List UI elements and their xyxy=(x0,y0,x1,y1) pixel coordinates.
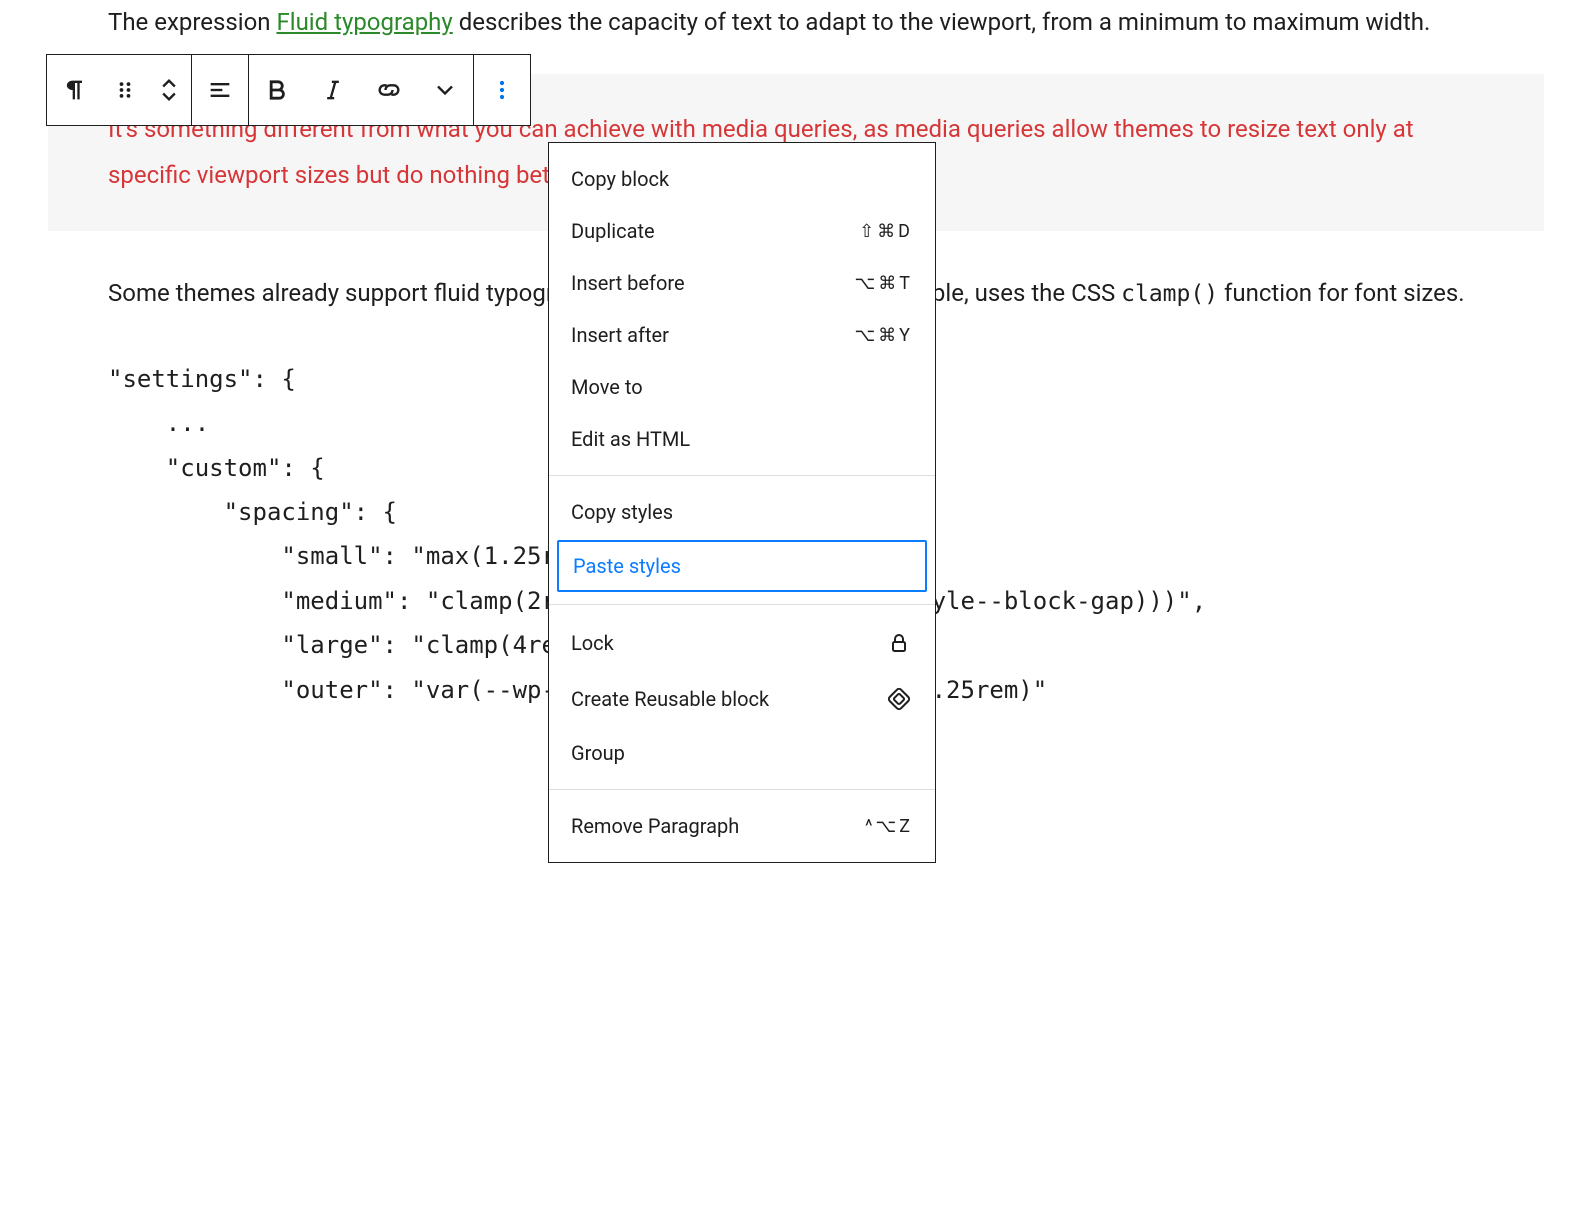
paragraph-block-button[interactable] xyxy=(47,55,103,125)
chevron-up-down-icon xyxy=(155,76,183,104)
menu-item-duplicate[interactable]: Duplicate ⇧⌘D xyxy=(549,205,935,257)
menu-item-label: Copy block xyxy=(571,167,669,191)
block-options-menu: Copy blockDuplicate⇧⌘DInsert before⌥⌘TIn… xyxy=(548,142,936,863)
bold-icon xyxy=(263,76,291,104)
menu-item-shortcut: ⌥⌘Y xyxy=(854,325,913,346)
more-format-button[interactable] xyxy=(417,55,473,125)
menu-item-label: Insert before xyxy=(571,271,685,295)
drag-icon xyxy=(111,76,139,104)
menu-item-copy-block[interactable]: Copy block xyxy=(549,153,935,205)
menu-item-move-to[interactable]: Move to xyxy=(549,361,935,413)
menu-item-insert-after[interactable]: Insert after ⌥⌘Y xyxy=(549,309,935,361)
reusable-icon xyxy=(885,685,913,713)
lock-icon xyxy=(885,629,913,657)
align-button[interactable] xyxy=(192,55,248,125)
paragraph-intro[interactable]: The expression Fluid typography describe… xyxy=(108,0,1484,46)
menu-item-edit-as-html[interactable]: Edit as HTML xyxy=(549,413,935,465)
bold-button[interactable] xyxy=(249,55,305,125)
menu-item-paste-styles[interactable]: Paste styles xyxy=(557,540,927,592)
chevron-down-icon xyxy=(431,76,459,104)
block-options-button[interactable] xyxy=(474,55,530,125)
menu-item-label: Create Reusable block xyxy=(571,687,769,711)
menu-item-remove-paragraph[interactable]: Remove Paragraph ^⌥Z xyxy=(549,800,935,852)
menu-item-label: Move to xyxy=(571,375,643,399)
menu-item-label: Insert after xyxy=(571,323,669,347)
align-icon xyxy=(206,76,234,104)
menu-item-lock[interactable]: Lock xyxy=(549,615,935,671)
italic-icon xyxy=(319,76,347,104)
menu-item-label: Edit as HTML xyxy=(571,427,690,451)
italic-button[interactable] xyxy=(305,55,361,125)
menu-item-label: Remove Paragraph xyxy=(571,814,739,838)
drag-handle-button[interactable] xyxy=(103,55,147,125)
move-up-down-button[interactable] xyxy=(147,55,191,125)
link-button[interactable] xyxy=(361,55,417,125)
menu-item-create-reusable-block[interactable]: Create Reusable block xyxy=(549,671,935,727)
menu-item-label: Paste styles xyxy=(573,554,681,578)
paragraph-icon xyxy=(61,76,89,104)
block-toolbar xyxy=(46,54,531,126)
menu-item-label: Lock xyxy=(571,631,614,655)
menu-item-label: Group xyxy=(571,741,625,765)
menu-item-label: Copy styles xyxy=(571,500,673,524)
menu-item-copy-styles[interactable]: Copy styles xyxy=(549,486,935,538)
menu-item-label: Duplicate xyxy=(571,219,655,243)
menu-item-insert-before[interactable]: Insert before ⌥⌘T xyxy=(549,257,935,309)
link-icon xyxy=(375,76,403,104)
menu-item-shortcut: ⇧⌘D xyxy=(859,221,913,242)
more-vertical-icon xyxy=(488,76,516,104)
menu-item-group[interactable]: Group xyxy=(549,727,935,779)
menu-item-shortcut: ⌥⌘T xyxy=(855,273,913,294)
menu-item-shortcut: ^⌥Z xyxy=(865,816,913,837)
